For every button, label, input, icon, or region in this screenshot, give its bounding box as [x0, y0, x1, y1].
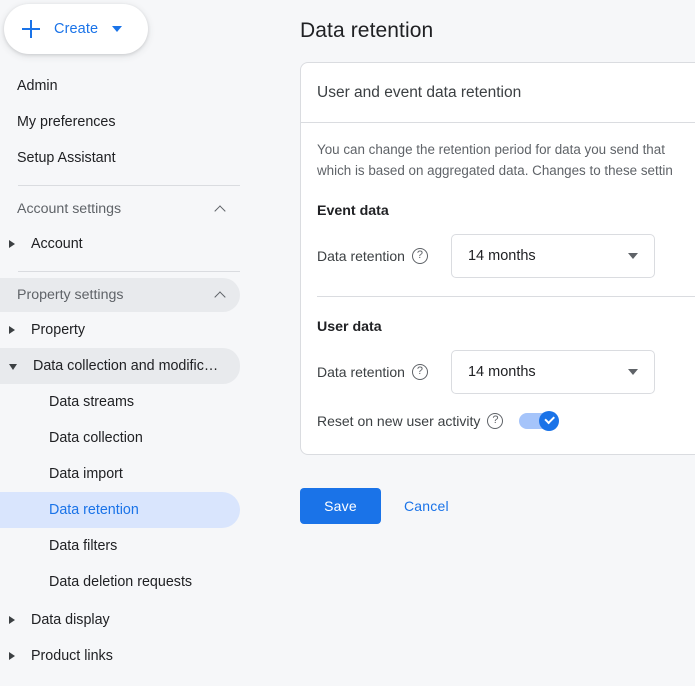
card-description: You can change the retention period for … [317, 139, 695, 181]
sidebar-item-data-collection-and-modification[interactable]: Data collection and modifica… [0, 348, 240, 384]
chevron-up-icon [215, 290, 226, 301]
reset-on-new-user-activity-label: Reset on new user activity [317, 413, 481, 429]
help-circle-icon[interactable]: ? [487, 413, 504, 429]
caret-down-icon [627, 369, 638, 375]
sidebar-section-account-settings[interactable]: Account settings [0, 192, 240, 226]
plus-icon [21, 19, 41, 39]
reset-on-new-user-activity-toggle[interactable] [519, 411, 560, 431]
sidebar-section-label: Property settings [17, 287, 124, 303]
chevron-up-icon [215, 204, 226, 215]
sidebar-item-label: Product links [31, 648, 113, 664]
sidebar-divider [18, 185, 240, 186]
user-data-retention-label: Data retention [317, 364, 405, 380]
sidebar: Create Admin My preferences Setup Assist… [0, 0, 262, 686]
help-circle-icon[interactable]: ? [411, 364, 428, 380]
triangle-right-icon[interactable] [9, 616, 15, 624]
user-data-retention-value: 14 months [467, 364, 536, 380]
sidebar-section-property-settings[interactable]: Property settings [0, 278, 240, 312]
sidebar-item-label: Data display [31, 612, 110, 628]
triangle-right-icon[interactable] [9, 326, 15, 334]
create-button-label: Create [54, 21, 99, 37]
sidebar-item-label: Data import [49, 466, 123, 482]
sidebar-item-admin[interactable]: Admin [0, 68, 262, 104]
section-divider [317, 296, 695, 297]
sidebar-item-label: Data collection and modifica… [33, 358, 221, 374]
event-data-retention-value: 14 months [467, 248, 536, 264]
caret-down-icon [112, 26, 123, 32]
sidebar-item-data-deletion-requests[interactable]: Data deletion requests [0, 564, 240, 600]
create-button[interactable]: Create [4, 4, 148, 54]
sidebar-item-account[interactable]: Account [0, 226, 240, 262]
sidebar-item-label: My preferences [17, 114, 116, 130]
event-data-group-title: Event data [317, 203, 389, 219]
save-button[interactable]: Save [300, 488, 381, 524]
reset-on-new-user-activity-row: Reset on new user activity ? [317, 408, 695, 434]
sidebar-item-property[interactable]: Property [0, 312, 240, 348]
user-data-group-title: User data [317, 319, 382, 335]
check-icon [539, 411, 560, 431]
card-description-line2: which is based on aggregated data. Chang… [317, 163, 673, 178]
sidebar-item-label: Property [31, 322, 86, 338]
form-actions: Save Cancel [300, 488, 453, 524]
caret-down-icon [627, 253, 638, 259]
sidebar-item-setup-assistant[interactable]: Setup Assistant [0, 140, 262, 176]
sidebar-section-label: Account settings [17, 201, 122, 217]
sidebar-item-label: Account [31, 236, 83, 252]
cancel-button[interactable]: Cancel [400, 490, 453, 522]
sidebar-item-label: Data streams [49, 394, 135, 410]
sidebar-divider [18, 271, 240, 272]
event-data-retention-row: Data retention ? 14 months [317, 234, 695, 278]
sidebar-item-data-retention[interactable]: Data retention [0, 492, 240, 528]
help-circle-icon[interactable]: ? [411, 248, 428, 264]
user-data-retention-select[interactable]: 14 months [450, 350, 655, 394]
sidebar-item-label: Data retention [49, 502, 139, 518]
triangle-right-icon[interactable] [9, 240, 15, 248]
event-data-retention-select[interactable]: 14 months [450, 234, 655, 278]
sidebar-item-label: Data collection [49, 430, 143, 446]
card-title: User and event data retention [317, 83, 522, 101]
sidebar-item-label: Data filters [49, 538, 118, 554]
sidebar-item-data-collection[interactable]: Data collection [0, 420, 240, 456]
sidebar-item-label: Setup Assistant [17, 150, 116, 166]
data-retention-card: User and event data retention You can ch… [300, 62, 695, 455]
card-description-line1: You can change the retention period for … [317, 142, 665, 157]
sidebar-item-data-import[interactable]: Data import [0, 456, 240, 492]
sidebar-item-product-links[interactable]: Product links [0, 638, 240, 674]
triangle-down-icon[interactable] [9, 364, 17, 370]
main-content: Data retention User and event data reten… [262, 0, 695, 686]
app-root: Create Admin My preferences Setup Assist… [0, 0, 695, 686]
event-data-retention-label: Data retention [317, 248, 405, 264]
sidebar-item-data-display[interactable]: Data display [0, 602, 240, 638]
card-body: You can change the retention period for … [301, 123, 695, 454]
sidebar-item-data-filters[interactable]: Data filters [0, 528, 240, 564]
sidebar-item-label: Data deletion requests [49, 574, 193, 590]
sidebar-item-my-preferences[interactable]: My preferences [0, 104, 262, 140]
sidebar-item-label: Admin [17, 78, 58, 94]
user-data-retention-row: Data retention ? 14 months [317, 350, 695, 394]
sidebar-item-data-streams[interactable]: Data streams [0, 384, 240, 420]
triangle-right-icon[interactable] [9, 652, 15, 660]
page-title: Data retention [300, 19, 434, 42]
sidebar-nav: Admin My preferences Setup Assistant Acc… [0, 68, 262, 674]
